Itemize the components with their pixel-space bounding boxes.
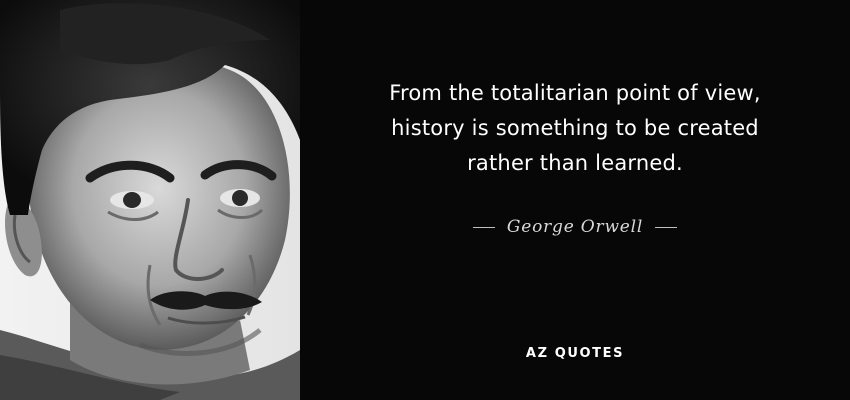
right-dash-divider <box>655 226 678 228</box>
author-attribution: George Orwell <box>300 212 850 242</box>
author-portrait <box>0 0 300 400</box>
quote-line: rather than learned. <box>467 151 683 175</box>
author-name: George Orwell <box>506 217 644 237</box>
left-dash-divider <box>472 226 495 228</box>
quote-panel: From the totalitarian point of view, his… <box>300 0 850 400</box>
quote-line: From the totalitarian point of view, <box>389 81 761 105</box>
quote-card: From the totalitarian point of view, his… <box>0 0 850 400</box>
quote-text: From the totalitarian point of view, his… <box>300 76 850 181</box>
quote-line: history is something to be created <box>391 116 759 140</box>
brand-logo: AZ QUOTES <box>525 346 625 361</box>
